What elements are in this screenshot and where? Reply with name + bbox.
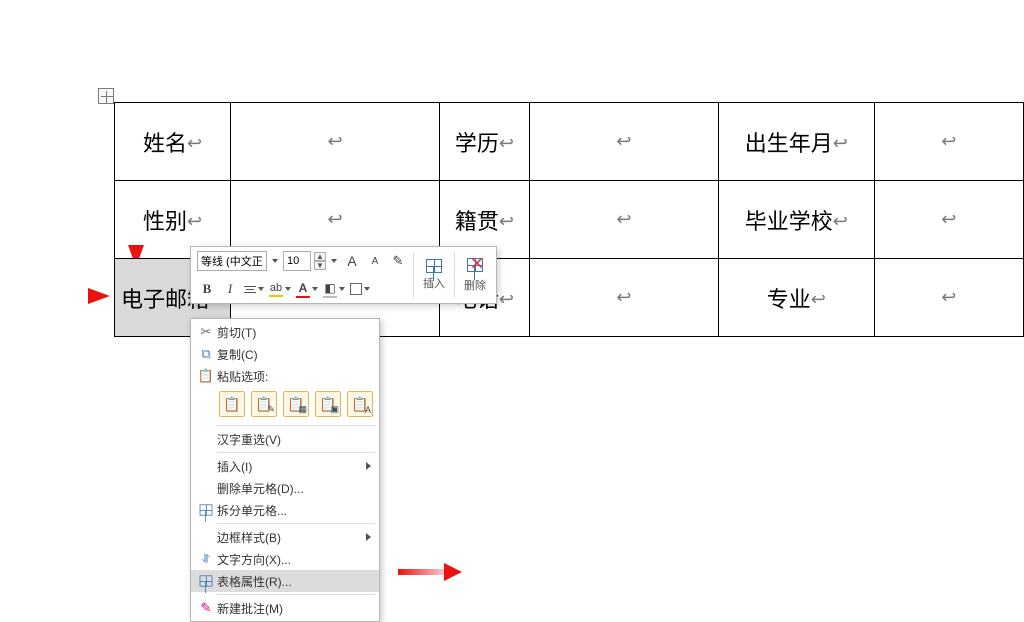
format-painter-button[interactable]: ✎ <box>388 251 408 271</box>
menu-delete-cells[interactable]: 删除单元格(D)... <box>191 477 379 499</box>
shrink-font-button[interactable]: A <box>365 251 385 271</box>
font-name-dropdown[interactable] <box>270 251 280 271</box>
split-cells-icon <box>200 504 213 515</box>
align-icon <box>244 286 256 293</box>
table-move-handle[interactable] <box>98 88 114 104</box>
chevron-right-icon <box>366 533 371 541</box>
bold-button[interactable]: B <box>197 279 217 299</box>
cell-origin-value[interactable]: ↩ <box>529 181 718 259</box>
cell-school-label[interactable]: 毕业学校↩ <box>718 181 874 259</box>
paste-nest-table[interactable]: 📋▦ <box>283 391 309 417</box>
cell-name-value[interactable]: ↩ <box>231 103 440 181</box>
bucket-icon: ◧ <box>324 281 335 295</box>
paragraph-mark-icon: ↩ <box>187 133 202 154</box>
paste-keep-source[interactable]: 📋 <box>219 391 245 417</box>
cell-phone-value[interactable]: ↩ <box>529 259 718 337</box>
menu-border-style[interactable]: 边框样式(B) <box>191 526 379 548</box>
menu-new-comment[interactable]: ✎ 新建批注(M) <box>191 597 379 619</box>
brush-icon: ✎ <box>393 253 404 269</box>
context-menu: ✂ 剪切(T) ⧉ 复制(C) 📋 粘贴选项: 📋 📋✎ 📋▦ 📋▣ 📋A 汉字… <box>190 318 380 622</box>
menu-ime-reconvert[interactable]: 汉字重选(V) <box>191 428 379 450</box>
menu-cut[interactable]: ✂ 剪切(T) <box>191 321 379 343</box>
cell-edu-label[interactable]: 学历↩ <box>440 103 530 181</box>
paste-picture[interactable]: 📋▣ <box>315 391 341 417</box>
font-size-input[interactable] <box>283 251 311 271</box>
font-size-dropdown[interactable] <box>329 251 339 271</box>
highlight-icon: ab <box>270 282 282 294</box>
cell-dob-label[interactable]: 出生年月↩ <box>718 103 874 181</box>
comment-icon: ✎ <box>201 600 212 616</box>
shading-button[interactable]: ◧ <box>322 279 346 299</box>
font-name-input[interactable] <box>197 251 267 271</box>
align-button[interactable] <box>243 279 265 299</box>
menu-text-direction[interactable]: ⥯ 文字方向(X)... <box>191 548 379 570</box>
callout-arrow-left <box>88 288 110 304</box>
scissors-icon: ✂ <box>201 324 212 340</box>
cell-name-label[interactable]: 姓名↩ <box>115 103 231 181</box>
menu-copy[interactable]: ⧉ 复制(C) <box>191 343 379 365</box>
cell-edu-value[interactable]: ↩ <box>529 103 718 181</box>
table-properties-icon <box>200 575 213 586</box>
menu-paste-options-label: 📋 粘贴选项: <box>191 365 379 387</box>
delete-group[interactable]: 删除 <box>458 249 492 301</box>
menu-split-cells[interactable]: 拆分单元格... <box>191 499 379 521</box>
insert-group[interactable]: 插入 <box>417 249 451 301</box>
borders-button[interactable] <box>349 279 371 299</box>
font-color-icon: A <box>299 281 308 295</box>
paste-text-only[interactable]: 📋A <box>347 391 373 417</box>
insert-label: 插入 <box>423 275 445 291</box>
clipboard-icon: 📋 <box>198 368 214 384</box>
cell-major-value[interactable]: ↩ <box>874 259 1023 337</box>
callout-arrow-gradient <box>382 566 458 578</box>
delete-label: 删除 <box>464 277 486 293</box>
cell-school-value[interactable]: ↩ <box>874 181 1023 259</box>
highlight-button[interactable]: ab <box>268 279 292 299</box>
cell-dob-value[interactable]: ↩ <box>874 103 1023 181</box>
menu-table-properties[interactable]: 表格属性(R)... <box>191 570 379 592</box>
border-icon <box>350 283 362 295</box>
paste-options-row: 📋 📋✎ 📋▦ 📋▣ 📋A <box>191 387 379 423</box>
grow-font-button[interactable]: A <box>342 251 362 271</box>
font-size-up[interactable]: ▲ <box>314 252 326 261</box>
italic-button[interactable]: I <box>220 279 240 299</box>
font-size-down[interactable]: ▼ <box>314 261 326 270</box>
chevron-right-icon <box>366 462 371 470</box>
paste-merge-format[interactable]: 📋✎ <box>251 391 277 417</box>
mini-toolbar: ▲ ▼ A A ✎ B I ab A <box>190 246 497 304</box>
cell-major-label[interactable]: 专业↩ <box>718 259 874 337</box>
menu-insert[interactable]: 插入(I) <box>191 455 379 477</box>
copy-icon: ⧉ <box>201 346 210 362</box>
table-row: 姓名↩ ↩ 学历↩ ↩ 出生年月↩ ↩ <box>115 103 1024 181</box>
table-insert-icon <box>426 259 442 273</box>
text-direction-icon: ⥯ <box>202 552 211 567</box>
font-color-button[interactable]: A <box>295 279 319 299</box>
